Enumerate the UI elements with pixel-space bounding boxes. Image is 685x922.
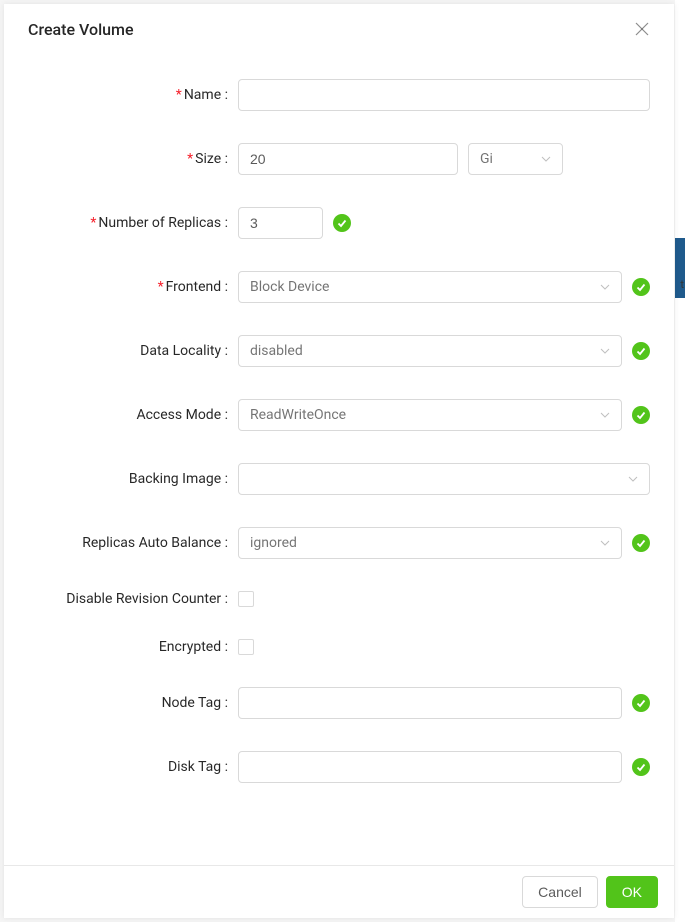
disable-rev-counter-checkbox[interactable] [238, 591, 254, 607]
label-disable-rev-counter: Disable Revision Counter [28, 591, 228, 607]
row-replicas: *Number of Replicas [28, 207, 650, 239]
size-unit-value: Gi [480, 151, 493, 167]
check-icon [632, 534, 650, 552]
row-encrypted: Encrypted [28, 639, 650, 655]
create-volume-modal: Create Volume *Name *Size Gi * [4, 4, 674, 918]
label-frontend: *Frontend [28, 279, 228, 295]
row-size: *Size Gi [28, 143, 650, 175]
frontend-value: Block Device [250, 279, 329, 295]
modal-title: Create Volume [28, 20, 134, 39]
check-icon [632, 694, 650, 712]
chevron-down-icon [600, 346, 610, 356]
access-mode-value: ReadWriteOnce [250, 407, 346, 423]
row-backing-image: Backing Image [28, 463, 650, 495]
obscured-background [675, 0, 685, 922]
check-icon [632, 278, 650, 296]
chevron-down-icon [600, 410, 610, 420]
obscured-background-letter: t [680, 278, 684, 291]
label-disk-tag: Disk Tag [28, 759, 228, 775]
row-name: *Name [28, 79, 650, 111]
access-mode-select[interactable]: ReadWriteOnce [238, 399, 622, 431]
frontend-select[interactable]: Block Device [238, 271, 622, 303]
modal-header: Create Volume [4, 4, 674, 55]
check-icon [632, 406, 650, 424]
row-node-tag: Node Tag [28, 687, 650, 719]
row-data-locality: Data Locality disabled [28, 335, 650, 367]
modal-footer: Cancel OK [4, 865, 674, 918]
label-node-tag: Node Tag [28, 695, 228, 711]
row-frontend: *Frontend Block Device [28, 271, 650, 303]
name-input[interactable] [238, 79, 650, 111]
ok-button[interactable]: OK [606, 876, 658, 908]
replicas-input[interactable] [238, 207, 323, 239]
chevron-down-icon [600, 538, 610, 548]
modal-body: *Name *Size Gi *Number of Replicas [4, 55, 674, 865]
label-auto-balance: Replicas Auto Balance [28, 535, 228, 551]
row-auto-balance: Replicas Auto Balance ignored [28, 527, 650, 559]
row-access-mode: Access Mode ReadWriteOnce [28, 399, 650, 431]
label-name: *Name [28, 87, 228, 103]
encrypted-checkbox[interactable] [238, 639, 254, 655]
chevron-down-icon [628, 474, 638, 484]
label-access-mode: Access Mode [28, 407, 228, 423]
data-locality-select[interactable]: disabled [238, 335, 622, 367]
row-disk-tag: Disk Tag [28, 751, 650, 783]
label-size: *Size [28, 151, 228, 167]
row-disable-rev-counter: Disable Revision Counter [28, 591, 650, 607]
chevron-down-icon [600, 282, 610, 292]
label-replicas: *Number of Replicas [28, 215, 228, 231]
label-backing-image: Backing Image [28, 471, 228, 487]
close-button[interactable] [634, 22, 650, 38]
close-icon [635, 22, 649, 36]
chevron-down-icon [541, 154, 551, 164]
node-tag-select[interactable] [238, 687, 622, 719]
auto-balance-select[interactable]: ignored [238, 527, 622, 559]
label-data-locality: Data Locality [28, 343, 228, 359]
label-encrypted: Encrypted [28, 639, 228, 655]
check-icon [333, 214, 351, 232]
disk-tag-select[interactable] [238, 751, 622, 783]
backing-image-select[interactable] [238, 463, 650, 495]
check-icon [632, 758, 650, 776]
auto-balance-value: ignored [250, 535, 297, 551]
data-locality-value: disabled [250, 343, 303, 359]
size-input[interactable] [238, 143, 458, 175]
check-icon [632, 342, 650, 360]
size-unit-select[interactable]: Gi [468, 143, 563, 175]
cancel-button[interactable]: Cancel [522, 876, 598, 908]
